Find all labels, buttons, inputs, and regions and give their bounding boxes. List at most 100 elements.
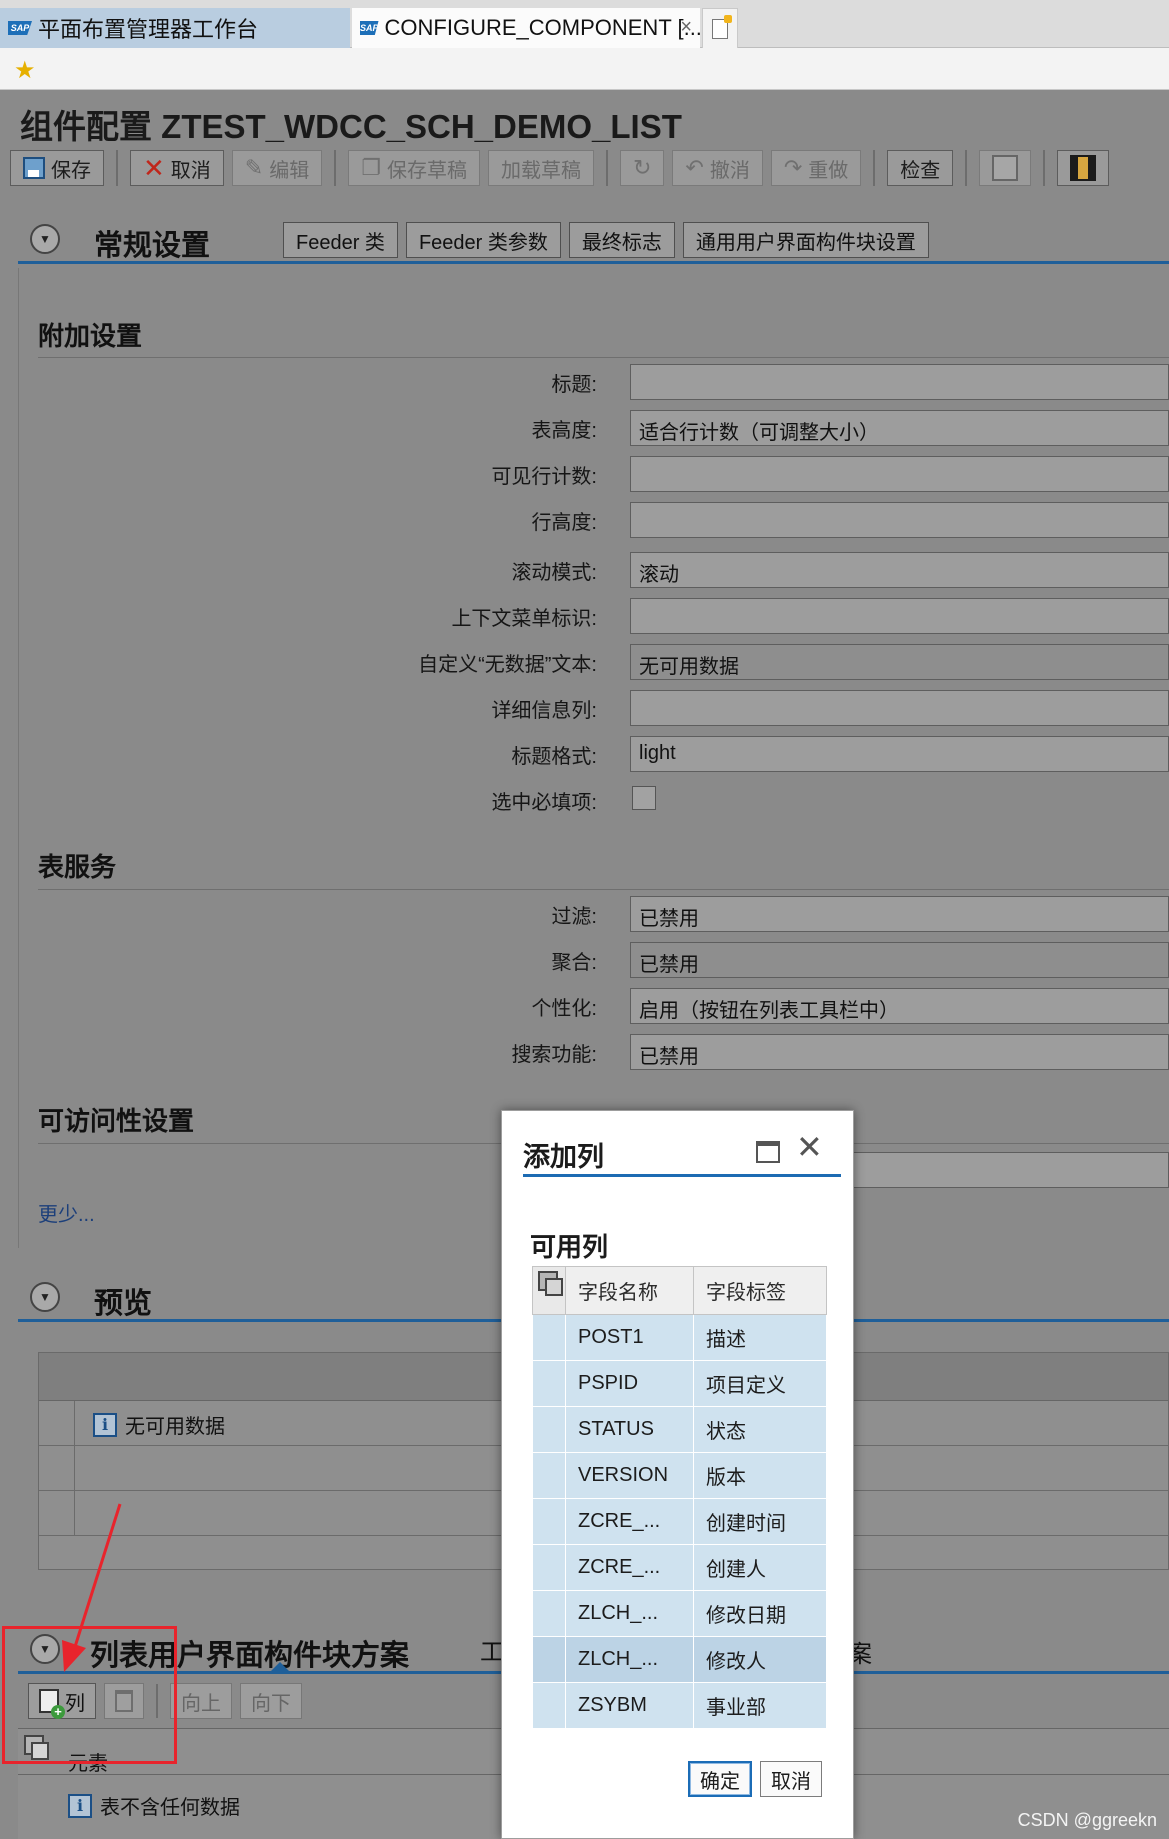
title-input[interactable]: [630, 364, 1169, 400]
new-tab-button[interactable]: [702, 8, 738, 48]
final-flag-button[interactable]: 最终标志: [568, 222, 675, 258]
table-row[interactable]: ZCRE_... 创建人: [532, 1544, 827, 1591]
close-icon[interactable]: ✕: [796, 1131, 823, 1163]
field-label-header[interactable]: 字段标签: [693, 1266, 827, 1315]
row-selector[interactable]: [532, 1406, 566, 1453]
load-draft-label: 加载草稿: [500, 159, 581, 182]
table-header-row: 字段名称 字段标签: [532, 1266, 827, 1315]
no-data-text-input[interactable]: 无可用数据: [630, 644, 1169, 680]
redo-button[interactable]: ↷ 重做: [770, 150, 862, 186]
filter-select[interactable]: 已禁用: [630, 896, 1169, 932]
watermark-text: CSDN @ggreekn: [1017, 1810, 1157, 1830]
row-selector[interactable]: [532, 1682, 566, 1729]
field-name-cell: ZCRE_...: [565, 1544, 694, 1591]
context-menu-input[interactable]: [630, 598, 1169, 634]
star-add-icon[interactable]: ★: [14, 56, 36, 85]
check-button[interactable]: 检查: [887, 150, 954, 186]
browser-tab-bar: SAP 平面布置管理器工作台 SAP CONFIGURE_COMPONENT […: [0, 0, 1169, 48]
row-selector[interactable]: [532, 1452, 566, 1499]
table-row[interactable]: ZSYBM 事业部: [532, 1682, 827, 1729]
row-selector[interactable]: [532, 1590, 566, 1637]
table-row[interactable]: ZCRE_... 创建时间: [532, 1498, 827, 1545]
row-selector[interactable]: [532, 1544, 566, 1591]
dialog-title-underline: [523, 1174, 841, 1177]
table-row[interactable]: VERSION 版本: [532, 1452, 827, 1499]
search-select[interactable]: 已禁用: [630, 1034, 1169, 1070]
table-row[interactable]: ZLCH_... 修改人: [532, 1636, 827, 1683]
move-down-button[interactable]: 向下: [240, 1683, 302, 1719]
field-label-cell: 描述: [693, 1314, 827, 1361]
save-button[interactable]: 保存: [10, 150, 104, 186]
table-row[interactable]: PSPID 项目定义: [532, 1360, 827, 1407]
field-label-cell: 修改日期: [693, 1590, 827, 1637]
form-row-scroll-mode: 滚动模式: 滚动: [18, 552, 1169, 588]
layout-columns-button[interactable]: [1057, 150, 1110, 186]
layout-panel-icon: [992, 155, 1019, 181]
visible-rows-input[interactable]: [630, 456, 1169, 492]
field-label-cell: 创建时间: [693, 1498, 827, 1545]
sap-logo-icon: SAP: [360, 21, 379, 35]
move-up-button[interactable]: 向上: [170, 1683, 232, 1719]
refresh-button[interactable]: ↻: [619, 150, 665, 186]
aggregation-select[interactable]: 已禁用: [630, 942, 1169, 978]
row-selector[interactable]: [532, 1636, 566, 1683]
row-height-input[interactable]: [630, 502, 1169, 538]
table-height-select[interactable]: 适合行计数（可调整大小）: [630, 410, 1169, 446]
row-selector[interactable]: [532, 1314, 566, 1361]
gbb-settings-button[interactable]: 通用用户界面构件块设置: [682, 222, 929, 258]
general-settings-header: ▼ 常规设置 Feeder 类 Feeder 类参数 最终标志 通用用户界面构件…: [18, 216, 1169, 264]
section-title: 常规设置: [94, 230, 211, 262]
table-row[interactable]: POST1 描述: [532, 1314, 827, 1361]
browser-tab-configure[interactable]: SAP CONFIGURE_COMPONENT [... ×: [352, 8, 700, 48]
dialog-title: 添加列: [523, 1142, 604, 1172]
row-selector[interactable]: [39, 1401, 75, 1445]
field-name-cell: VERSION: [565, 1452, 694, 1499]
available-columns-title: 可用列: [530, 1232, 609, 1262]
select-all-icon[interactable]: [538, 1271, 563, 1296]
row-selector[interactable]: [532, 1498, 566, 1545]
title-format-select[interactable]: light: [630, 736, 1169, 772]
cancel-button[interactable]: ✕ 取消: [130, 150, 224, 186]
collapse-chevron-icon[interactable]: ▼: [30, 1282, 60, 1312]
browser-tab-floorplan[interactable]: SAP 平面布置管理器工作台: [0, 8, 350, 48]
scroll-mode-select[interactable]: 滚动: [630, 552, 1169, 588]
field-name-cell: PSPID: [565, 1360, 694, 1407]
form-row-visible-rows: 可见行计数:: [18, 456, 1169, 492]
sap-logo-icon: SAP: [8, 21, 32, 35]
less-link[interactable]: 更少...: [38, 1198, 95, 1227]
field-label: 表高度:: [531, 420, 597, 442]
select-all-cell[interactable]: [532, 1266, 566, 1315]
active-tab-indicator: [268, 1662, 292, 1674]
available-columns-table: 字段名称 字段标签 POST1 描述 PSPID 项目定义 STATUS 状态: [532, 1266, 827, 1729]
row-selector[interactable]: [39, 1446, 75, 1490]
feeder-class-button[interactable]: Feeder 类: [283, 222, 398, 258]
field-label-cell: 版本: [693, 1452, 827, 1499]
field-name-cell: ZSYBM: [565, 1682, 694, 1729]
table-row[interactable]: STATUS 状态: [532, 1406, 827, 1453]
general-settings-buttons: Feeder 类 Feeder 类参数 最终标志 通用用户界面构件块设置: [283, 222, 929, 258]
personalization-select[interactable]: 启用（按钮在列表工具栏中）: [630, 988, 1169, 1024]
maximize-icon[interactable]: [756, 1141, 780, 1163]
required-checkbox[interactable]: [632, 786, 656, 810]
close-tab-icon[interactable]: ×: [680, 16, 692, 39]
cancel-button[interactable]: 取消: [760, 1761, 822, 1797]
edit-button[interactable]: ✎ 编辑: [231, 150, 323, 186]
field-name-header[interactable]: 字段名称: [565, 1266, 694, 1315]
browser-tab-label: 平面布置管理器工作台: [38, 17, 259, 42]
edit-label: 编辑: [269, 159, 310, 182]
section-title: 预览: [94, 1288, 153, 1320]
layout-single-button[interactable]: [979, 150, 1032, 186]
feeder-params-button[interactable]: Feeder 类参数: [405, 222, 561, 258]
undo-button[interactable]: ↶ 撤消: [672, 150, 763, 186]
form-row-row-height: 行高度:: [18, 502, 1169, 538]
detail-column-input[interactable]: [630, 690, 1169, 726]
load-draft-button[interactable]: 加载草稿: [487, 150, 594, 186]
table-row[interactable]: ZLCH_... 修改日期: [532, 1590, 827, 1637]
collapse-chevron-icon[interactable]: ▼: [30, 224, 60, 254]
field-label: 自定义“无数据”文本:: [418, 654, 597, 676]
no-data-text: 无可用数据: [125, 1416, 225, 1438]
ok-button[interactable]: 确定: [688, 1761, 752, 1797]
save-draft-button[interactable]: ❐ 保存草稿: [348, 150, 480, 186]
row-selector[interactable]: [532, 1360, 566, 1407]
annotation-highlight-box: [2, 1626, 177, 1764]
